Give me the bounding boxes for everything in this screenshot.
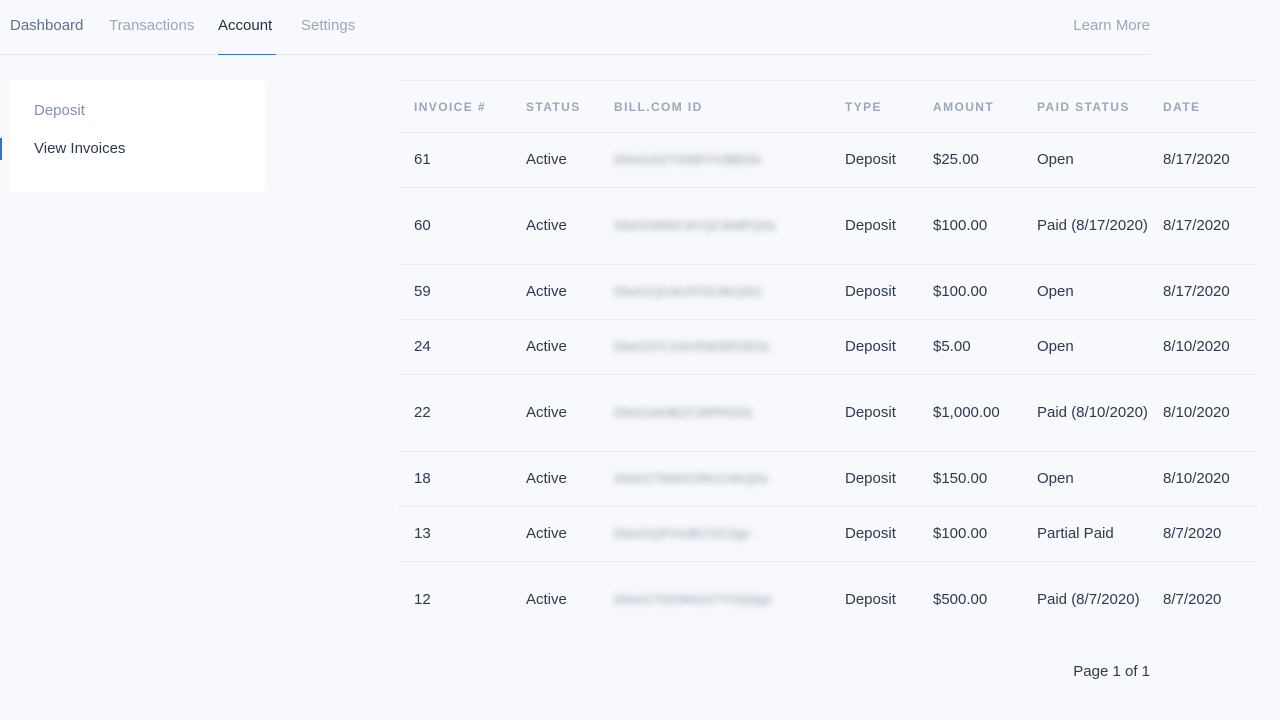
pagination-label: Page 1 of 1	[1073, 663, 1150, 680]
type-cell: Deposit	[845, 591, 896, 609]
type-cell: Deposit	[845, 525, 896, 542]
type-cell: Deposit	[845, 217, 896, 234]
status-cell: Active	[526, 338, 567, 355]
type-cell: Deposit	[845, 338, 896, 355]
table-row[interactable]: 24 Active 00e01FCXAH5WSRGE0s Deposit $5.…	[398, 319, 1258, 375]
table-row[interactable]: 13 Active 00e01QFHUBCOC0gs Deposit $100.…	[398, 506, 1258, 562]
sidebar-active-indicator	[0, 138, 2, 160]
bill-id-blurred: 00e01QFHUBCOC0gs	[614, 526, 751, 541]
invoice-number: 18	[414, 470, 431, 487]
tab-dashboard[interactable]: Dashboard	[10, 16, 83, 55]
date-cell: 8/10/2020	[1163, 404, 1230, 421]
tab-account[interactable]: Account	[218, 16, 276, 55]
amount-cell: $100.00	[933, 283, 988, 300]
status-cell: Active	[526, 217, 567, 234]
header-type[interactable]: TYPE	[845, 81, 933, 133]
header-invoice[interactable]: INVOICE #	[398, 81, 526, 133]
amount-cell: $150.00	[933, 470, 988, 487]
amount-cell: $100.00	[933, 217, 988, 234]
amount-cell: $25.00	[933, 151, 979, 168]
amount-cell: $5.00	[933, 338, 971, 355]
header-amount[interactable]: AMOUNT	[933, 81, 1037, 133]
paid-status-cell: Open	[1037, 151, 1074, 168]
invoice-number: 60	[414, 217, 431, 234]
bill-id-cell: 00e01QFHUBCOC0gs	[614, 507, 845, 562]
sidebar: Deposit View Invoices	[10, 80, 265, 192]
invoices-table: INVOICE # STATUS BILL.COM ID TYPE AMOUNT…	[398, 80, 1258, 639]
date-cell: 8/10/2020	[1163, 338, 1230, 355]
table-row[interactable]: 22 Active 00e01AHBZCWPRG0s Deposit $1,00…	[398, 374, 1258, 452]
top-nav: Dashboard Transactions Account Settings …	[0, 0, 1150, 55]
paid-status-cell: Paid (8/17/2020)	[1037, 217, 1148, 234]
invoice-number: 12	[414, 591, 431, 609]
header-bill-id[interactable]: BILL.COM ID	[614, 81, 845, 133]
learn-more-link[interactable]: Learn More	[1073, 16, 1150, 36]
date-cell: 8/7/2020	[1163, 525, 1222, 542]
bill-id-blurred: 00e01FCXAH5WSRGE0s	[614, 339, 770, 354]
bill-id-blurred: 00e01QUAUFOC8KQ0rj	[614, 284, 762, 299]
bill-id-cell: 00e01T9NDCRKCHKQ0s	[614, 452, 845, 507]
paid-status-cell: Partial Paid	[1037, 525, 1114, 542]
paid-status-cell: Open	[1037, 338, 1074, 355]
date-cell: 8/10/2020	[1163, 470, 1230, 487]
bill-id-cell: 00e01MWCAYQCAMPQ0s	[614, 188, 845, 265]
status-cell: Active	[526, 525, 567, 542]
table-row[interactable]: 18 Active 00e01T9NDCRKCHKQ0s Deposit $15…	[398, 451, 1258, 507]
bill-id-cell: 00e01A2TO6BYX3BE0lr	[614, 133, 845, 188]
invoice-number: 59	[414, 283, 431, 300]
bill-id-blurred: 00e01MWCAYQCAMPQ0s	[614, 218, 776, 233]
paid-status-cell: Paid (8/7/2020)	[1037, 591, 1140, 609]
bill-id-blurred: 00e01A2TO6BYX3BE0lr	[614, 152, 762, 167]
type-cell: Deposit	[845, 470, 896, 487]
bill-id-blurred: 00e01TDOWGSTYOQ0gs	[614, 592, 772, 608]
amount-cell: $100.00	[933, 525, 988, 542]
type-cell: Deposit	[845, 283, 896, 300]
bill-id-cell: 00e01FCXAH5WSRGE0s	[614, 320, 845, 375]
invoice-number: 61	[414, 151, 431, 168]
type-cell: Deposit	[845, 404, 896, 421]
invoice-number: 13	[414, 525, 431, 542]
date-cell: 8/17/2020	[1163, 151, 1230, 168]
paid-status-cell: Open	[1037, 470, 1074, 487]
date-cell: 8/17/2020	[1163, 217, 1230, 234]
amount-cell: $500.00	[933, 591, 988, 609]
table-row[interactable]: 59 Active 00e01QUAUFOC8KQ0rj Deposit $10…	[398, 264, 1258, 320]
status-cell: Active	[526, 591, 567, 609]
status-cell: Active	[526, 151, 567, 168]
header-paid-status[interactable]: PAID STATUS	[1037, 81, 1163, 133]
bill-id-cell: 00e01TDOWGSTYOQ0gs	[614, 562, 845, 639]
header-status[interactable]: STATUS	[526, 81, 614, 133]
bill-id-cell: 00e01AHBZCWPRG0s	[614, 375, 845, 452]
date-cell: 8/7/2020	[1163, 591, 1222, 609]
table-header-row: INVOICE # STATUS BILL.COM ID TYPE AMOUNT…	[398, 80, 1258, 133]
paid-status-cell: Open	[1037, 283, 1074, 300]
bill-id-blurred: 00e01AHBZCWPRG0s	[614, 405, 754, 420]
invoice-number: 22	[414, 404, 431, 421]
bill-id-blurred: 00e01T9NDCRKCHKQ0s	[614, 471, 769, 486]
invoice-number: 24	[414, 338, 431, 355]
type-cell: Deposit	[845, 151, 896, 168]
table-row[interactable]: 12 Active 00e01TDOWGSTYOQ0gs Deposit $50…	[398, 561, 1258, 639]
bill-id-cell: 00e01QUAUFOC8KQ0rj	[614, 265, 845, 320]
paid-status-cell: Paid (8/10/2020)	[1037, 404, 1148, 421]
status-cell: Active	[526, 283, 567, 300]
status-cell: Active	[526, 470, 567, 487]
invoices-table-container: INVOICE # STATUS BILL.COM ID TYPE AMOUNT…	[398, 80, 1258, 639]
date-cell: 8/17/2020	[1163, 283, 1230, 300]
table-row[interactable]: 60 Active 00e01MWCAYQCAMPQ0s Deposit $10…	[398, 187, 1258, 265]
sidebar-item-view-invoices[interactable]: View Invoices	[34, 139, 125, 159]
tab-settings[interactable]: Settings	[301, 16, 355, 55]
tab-transactions[interactable]: Transactions	[109, 16, 194, 55]
amount-cell: $1,000.00	[933, 404, 1000, 421]
table-row[interactable]: 61 Active 00e01A2TO6BYX3BE0lr Deposit $2…	[398, 132, 1258, 188]
header-date[interactable]: DATE	[1163, 81, 1258, 133]
sidebar-item-deposit[interactable]: Deposit	[34, 101, 85, 121]
status-cell: Active	[526, 404, 567, 421]
